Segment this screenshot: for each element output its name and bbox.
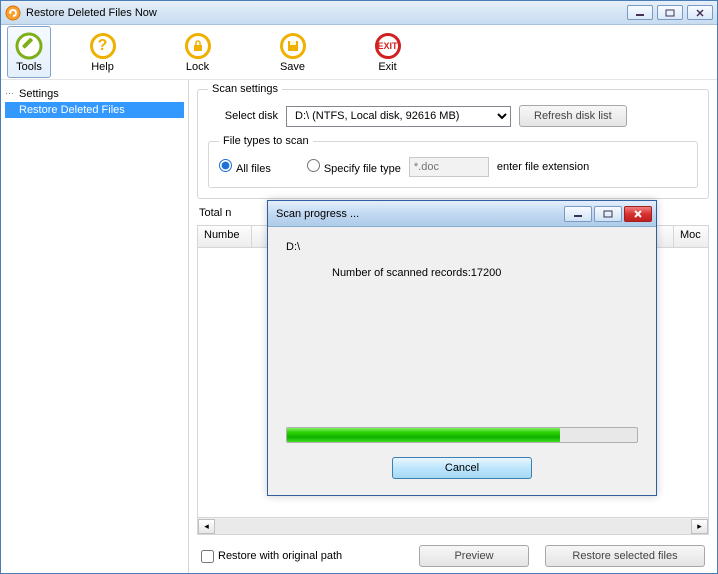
dialog-titlebar: Scan progress ... bbox=[268, 201, 656, 227]
dialog-disk-label: D:\ bbox=[286, 241, 638, 253]
toolbar-lock[interactable]: Lock bbox=[150, 26, 245, 78]
toolbar-help-label: Help bbox=[91, 61, 114, 73]
cancel-button[interactable]: Cancel bbox=[392, 457, 532, 479]
toolbar: Tools ? Help Lock Save EXIT Exit bbox=[1, 25, 717, 80]
dialog-maximize-button[interactable] bbox=[594, 206, 622, 222]
disk-select[interactable]: D:\ (NTFS, Local disk, 92616 MB) bbox=[286, 106, 511, 127]
scan-settings-group: Scan settings Select disk D:\ (NTFS, Loc… bbox=[197, 83, 709, 199]
toolbar-exit[interactable]: EXIT Exit bbox=[340, 26, 435, 78]
records-value: 17200 bbox=[471, 267, 502, 279]
restore-selected-button[interactable]: Restore selected files bbox=[545, 545, 705, 567]
pencil-icon bbox=[15, 32, 43, 60]
select-disk-label: Select disk bbox=[208, 110, 278, 122]
file-types-legend: File types to scan bbox=[219, 135, 313, 147]
specify-label: Specify file type bbox=[324, 163, 401, 175]
all-files-radio[interactable]: All files bbox=[219, 159, 271, 175]
specify-type-radio[interactable]: Specify file type bbox=[307, 159, 401, 175]
close-button[interactable] bbox=[687, 5, 713, 20]
toolbar-tools-label: Tools bbox=[16, 61, 42, 73]
extension-input bbox=[409, 157, 489, 177]
maximize-button[interactable] bbox=[657, 5, 683, 20]
exit-icon: EXIT bbox=[374, 32, 402, 60]
help-icon: ? bbox=[89, 32, 117, 60]
sidebar-item-restore[interactable]: Restore Deleted Files bbox=[5, 102, 184, 118]
all-files-label: All files bbox=[236, 163, 271, 175]
scroll-right-button[interactable]: ▸ bbox=[691, 519, 708, 534]
dialog-close-button[interactable] bbox=[624, 206, 652, 222]
file-types-group: File types to scan All files Specify fil… bbox=[208, 135, 698, 188]
col-modified[interactable]: Moc bbox=[674, 226, 708, 247]
horizontal-scrollbar[interactable]: ◂ ▸ bbox=[198, 517, 708, 534]
col-number[interactable]: Numbe bbox=[198, 226, 252, 247]
scan-settings-legend: Scan settings bbox=[208, 83, 282, 95]
toolbar-help[interactable]: ? Help bbox=[55, 26, 150, 78]
scan-progress-dialog: Scan progress ... D:\ Number of scanned … bbox=[267, 200, 657, 496]
dialog-title: Scan progress ... bbox=[276, 208, 564, 220]
dialog-records-row: Number of scanned records:17200 bbox=[286, 267, 638, 279]
toolbar-lock-label: Lock bbox=[186, 61, 209, 73]
app-icon bbox=[5, 5, 21, 21]
restore-path-checkbox[interactable]: Restore with original path bbox=[201, 550, 403, 563]
lock-icon bbox=[184, 32, 212, 60]
toolbar-exit-label: Exit bbox=[378, 61, 396, 73]
titlebar: Restore Deleted Files Now bbox=[1, 1, 717, 25]
preview-button[interactable]: Preview bbox=[419, 545, 529, 567]
dialog-minimize-button[interactable] bbox=[564, 206, 592, 222]
toolbar-save[interactable]: Save bbox=[245, 26, 340, 78]
refresh-disk-button[interactable]: Refresh disk list bbox=[519, 105, 627, 127]
sidebar: Settings Restore Deleted Files bbox=[1, 80, 189, 573]
records-label: Number of scanned records: bbox=[332, 267, 471, 279]
sidebar-item-settings[interactable]: Settings bbox=[5, 86, 184, 102]
toolbar-save-label: Save bbox=[280, 61, 305, 73]
restore-path-label: Restore with original path bbox=[218, 550, 342, 562]
window-title: Restore Deleted Files Now bbox=[26, 7, 627, 19]
progress-fill bbox=[287, 428, 560, 442]
toolbar-tools[interactable]: Tools bbox=[7, 26, 51, 78]
scroll-track[interactable] bbox=[215, 519, 691, 534]
minimize-button[interactable] bbox=[627, 5, 653, 20]
save-icon bbox=[279, 32, 307, 60]
extension-hint: enter file extension bbox=[497, 161, 589, 173]
scroll-left-button[interactable]: ◂ bbox=[198, 519, 215, 534]
progress-bar bbox=[286, 427, 638, 443]
